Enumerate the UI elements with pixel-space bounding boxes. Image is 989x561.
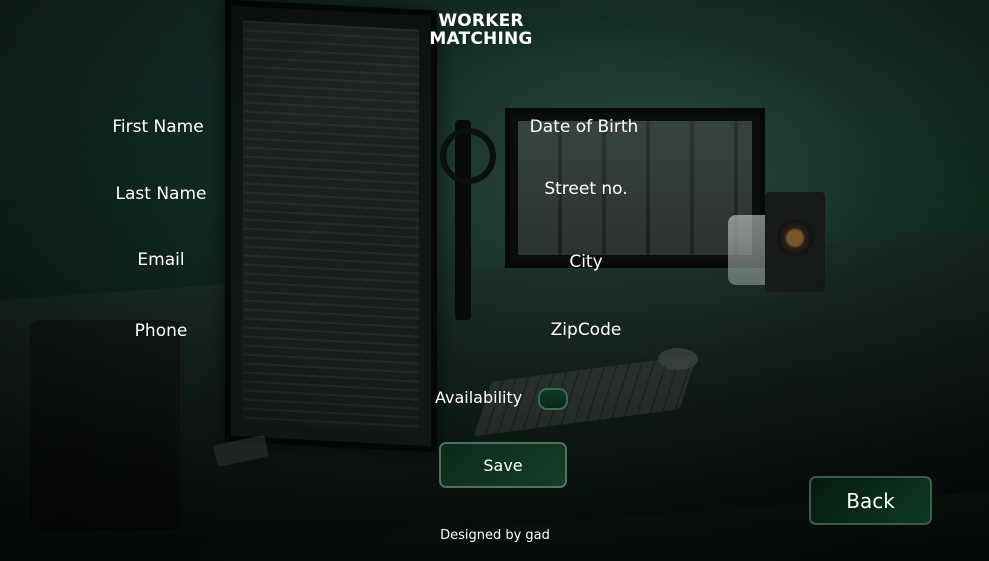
app-title-line2: MATCHING — [429, 29, 533, 49]
app-title-line1: WORKER — [438, 11, 524, 31]
last-name-label: Last Name — [115, 184, 207, 204]
phone-label: Phone — [134, 321, 188, 341]
zipcode-label: ZipCode — [550, 320, 622, 340]
first-name-label: First Name — [112, 117, 204, 137]
save-button[interactable]: Save — [439, 442, 567, 488]
app-title: WORKER MATCHING — [381, 12, 581, 48]
availability-label: Availability — [435, 388, 523, 407]
city-label: City — [569, 252, 603, 272]
back-button[interactable]: Back — [809, 476, 932, 525]
footer-credit: Designed by gad — [440, 528, 550, 543]
email-label: Email — [137, 250, 185, 270]
back-button-label: Back — [846, 488, 895, 513]
street-no-label: Street no. — [544, 179, 628, 199]
availability-toggle[interactable] — [538, 388, 568, 410]
save-button-label: Save — [483, 455, 523, 475]
date-of-birth-label: Date of Birth — [529, 117, 639, 137]
